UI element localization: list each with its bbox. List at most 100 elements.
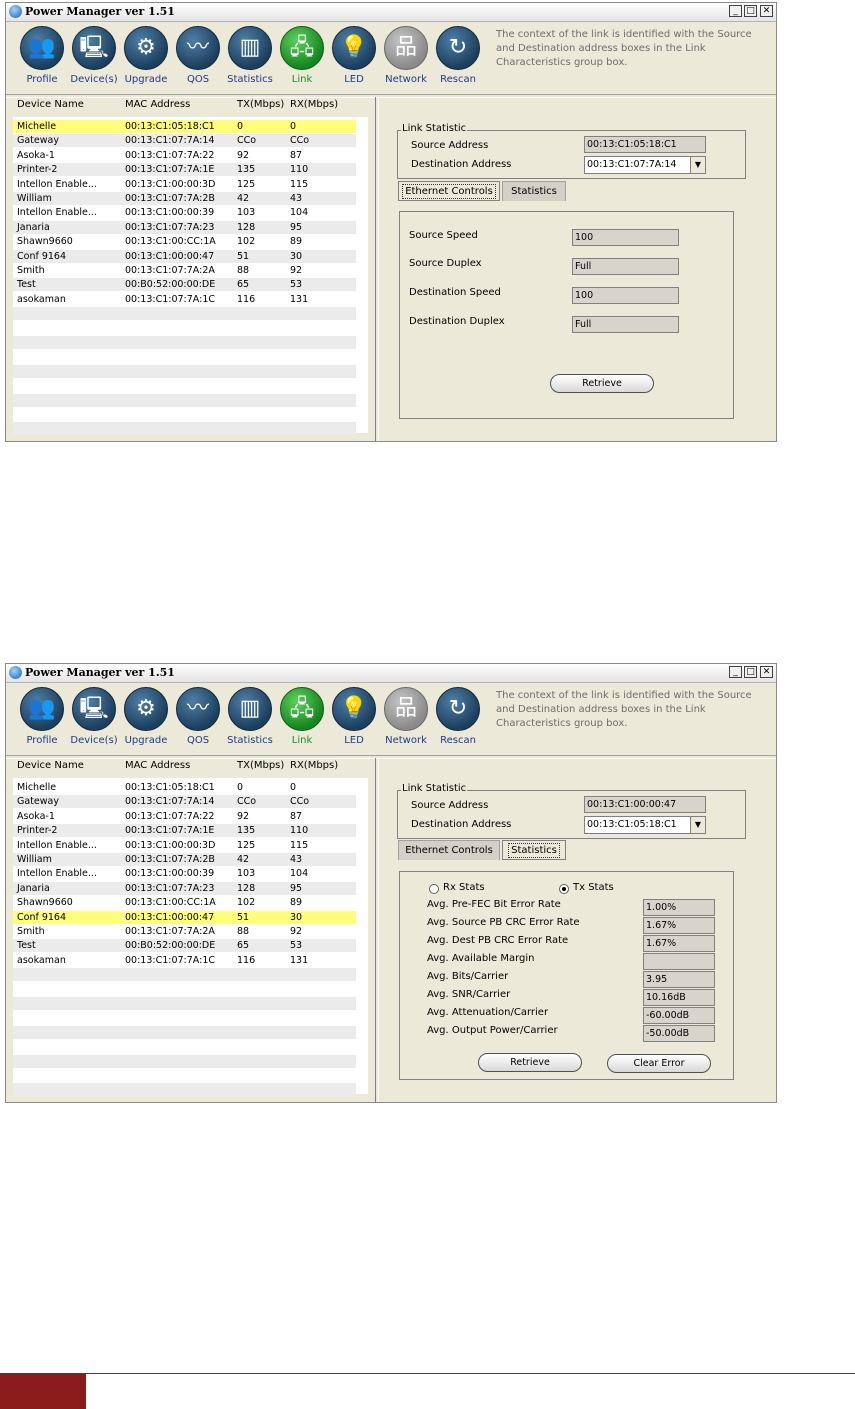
table-row[interactable]: Test 00:B0:52:00:00:DE 65 53: [13, 939, 356, 953]
table-row[interactable]: Smith 00:13:C1:07:7A:2A 88 92: [13, 264, 356, 277]
empty-row[interactable]: [13, 1083, 356, 1097]
empty-row[interactable]: [13, 1054, 356, 1068]
toolbar-button-upgrade[interactable]: ⚙ Upgrade: [120, 26, 172, 92]
destination-speed-label: Destination Speed: [409, 287, 501, 298]
retrieve-button[interactable]: Retrieve: [478, 1053, 582, 1072]
toolbar-button-devices[interactable]: 🖳 Device(s): [68, 26, 120, 92]
toolbar-button-qos[interactable]: 〰 QOS: [172, 687, 224, 753]
table-row[interactable]: Intellon Enable... 00:13:C1:00:00:3D 125 11…: [13, 839, 356, 852]
toolbar-button-network[interactable]: 品 Network: [380, 687, 432, 753]
header-tx[interactable]: TX(Mbps): [237, 760, 284, 771]
header-device-name[interactable]: Device Name: [17, 760, 84, 771]
toolbar-button-rescan[interactable]: ↻ Rescan: [432, 26, 484, 92]
maximize-button[interactable]: □: [744, 666, 757, 678]
tx-stats-radio[interactable]: [559, 884, 569, 894]
empty-row[interactable]: [13, 322, 356, 335]
toolbar-button-link[interactable]: 🖧 Link: [276, 687, 328, 753]
table-row[interactable]: Shawn9660 00:13:C1:00:CC:1A 102 89: [13, 896, 356, 909]
retrieve-button[interactable]: Retrieve: [550, 374, 654, 393]
table-row[interactable]: Asoka-1 00:13:C1:07:7A:22 92 87: [13, 149, 356, 162]
empty-row[interactable]: [13, 1040, 356, 1053]
header-device-name[interactable]: Device Name: [17, 99, 84, 110]
rx-cell: 0: [290, 121, 297, 132]
table-row[interactable]: Janaria 00:13:C1:07:7A:23 128 95: [13, 881, 356, 895]
table-row[interactable]: Intellon Enable... 00:13:C1:00:00:3D 125 11…: [13, 178, 356, 191]
table-row[interactable]: Michelle 00:13:C1:05:18:C1 0 0: [13, 781, 356, 794]
chevron-down-icon[interactable]: ▼: [690, 817, 705, 833]
rx-stats-radio[interactable]: [429, 884, 439, 894]
tab-ethernet-controls[interactable]: Ethernet Controls: [398, 840, 500, 860]
tab-statistics[interactable]: Statistics: [502, 181, 566, 201]
header-mac-address[interactable]: MAC Address: [125, 99, 190, 110]
toolbar-button-led[interactable]: 💡 LED: [328, 26, 380, 92]
toolbar-button-upgrade[interactable]: ⚙ Upgrade: [120, 687, 172, 753]
empty-row[interactable]: [13, 422, 356, 436]
empty-row[interactable]: [13, 1069, 356, 1082]
table-row[interactable]: Test 00:B0:52:00:00:DE 65 53: [13, 278, 356, 292]
table-row[interactable]: Intellon Enable... 00:13:C1:00:00:39 103 10…: [13, 867, 356, 880]
profile-icon: 👥: [20, 26, 64, 70]
empty-row[interactable]: [13, 997, 356, 1010]
empty-row[interactable]: [13, 364, 356, 378]
destination-address-select[interactable]: 00:13:C1:07:7A:14 ▼: [584, 156, 706, 174]
tab-statistics[interactable]: Statistics: [502, 840, 566, 860]
minimize-button[interactable]: _: [729, 666, 742, 678]
toolbar-button-qos[interactable]: 〰 QOS: [172, 26, 224, 92]
table-row[interactable]: Asoka-1 00:13:C1:07:7A:22 92 87: [13, 810, 356, 823]
toolbar-button-label: Upgrade: [124, 735, 168, 746]
table-row[interactable]: William 00:13:C1:07:7A:2B 42 43: [13, 192, 356, 205]
mac-address-cell: 00:13:C1:07:7A:14: [125, 135, 215, 147]
empty-row[interactable]: [13, 1098, 356, 1102]
device-list[interactable]: Michelle 00:13:C1:05:18:C1 0 0 Gateway 00:13:…: [13, 117, 368, 436]
table-row[interactable]: asokaman 00:13:C1:07:7A:1C 116 131: [13, 954, 356, 967]
table-row[interactable]: Janaria 00:13:C1:07:7A:23 128 95: [13, 220, 356, 234]
table-row[interactable]: Conf 9164 00:13:C1:00:00:47 51 30: [13, 910, 356, 924]
stat-label: Avg. Pre-FEC Bit Error Rate: [427, 899, 561, 910]
header-mac-address[interactable]: MAC Address: [125, 760, 190, 771]
maximize-button[interactable]: □: [744, 5, 757, 17]
empty-row[interactable]: [13, 379, 356, 392]
toolbar-button-devices[interactable]: 🖳 Device(s): [68, 687, 120, 753]
empty-row[interactable]: [13, 393, 356, 407]
table-row[interactable]: asokaman 00:13:C1:07:7A:1C 116 131: [13, 293, 356, 306]
empty-row[interactable]: [13, 1011, 356, 1024]
table-row[interactable]: Gateway 00:13:C1:07:7A:14 CCo CCo: [13, 795, 356, 809]
empty-row[interactable]: [13, 350, 356, 363]
close-button[interactable]: ✕: [760, 5, 773, 17]
table-row[interactable]: Gateway 00:13:C1:07:7A:14 CCo CCo: [13, 134, 356, 148]
empty-row[interactable]: [13, 336, 356, 349]
minimize-button[interactable]: _: [729, 5, 742, 17]
header-rx[interactable]: RX(Mbps): [290, 760, 338, 771]
table-row[interactable]: Conf 9164 00:13:C1:00:00:47 51 30: [13, 249, 356, 263]
toolbar-button-link[interactable]: 🖧 Link: [276, 26, 328, 92]
empty-row[interactable]: [13, 408, 356, 421]
toolbar-button-statistics[interactable]: ▥ Statistics: [224, 26, 276, 92]
destination-address-select[interactable]: 00:13:C1:05:18:C1 ▼: [584, 816, 706, 834]
toolbar-button-profile[interactable]: 👥 Profile: [16, 687, 68, 753]
toolbar-button-statistics[interactable]: ▥ Statistics: [224, 687, 276, 753]
clear-error-button[interactable]: Clear Error: [607, 1054, 711, 1073]
empty-row[interactable]: [13, 307, 356, 321]
header-rx[interactable]: RX(Mbps): [290, 99, 338, 110]
device-list[interactable]: Michelle 00:13:C1:05:18:C1 0 0 Gateway 00:13:…: [13, 778, 368, 1097]
table-row[interactable]: William 00:13:C1:07:7A:2B 42 43: [13, 853, 356, 866]
header-tx[interactable]: TX(Mbps): [237, 99, 284, 110]
chevron-down-icon[interactable]: ▼: [690, 157, 705, 173]
table-row[interactable]: Shawn9660 00:13:C1:00:CC:1A 102 89: [13, 235, 356, 248]
toolbar-button-led[interactable]: 💡 LED: [328, 687, 380, 753]
toolbar-button-profile[interactable]: 👥 Profile: [16, 26, 68, 92]
table-row[interactable]: Intellon Enable... 00:13:C1:00:00:39 103 10…: [13, 206, 356, 219]
toolbar: 👥 Profile 🖳 Device(s) ⚙ Upgrade 〰 QOS ▥ Statistic…: [6, 22, 776, 94]
empty-row[interactable]: [13, 983, 356, 996]
empty-row[interactable]: [13, 437, 356, 441]
empty-row[interactable]: [13, 968, 356, 982]
empty-row[interactable]: [13, 1025, 356, 1039]
table-row[interactable]: Smith 00:13:C1:07:7A:2A 88 92: [13, 925, 356, 938]
close-button[interactable]: ✕: [760, 666, 773, 678]
tab-ethernet-controls[interactable]: Ethernet Controls: [398, 181, 500, 201]
table-row[interactable]: Michelle 00:13:C1:05:18:C1 0 0: [13, 120, 356, 133]
table-row[interactable]: Printer-2 00:13:C1:07:7A:1E 135 110: [13, 163, 356, 177]
toolbar-button-rescan[interactable]: ↻ Rescan: [432, 687, 484, 753]
table-row[interactable]: Printer-2 00:13:C1:07:7A:1E 135 110: [13, 824, 356, 838]
toolbar-button-network[interactable]: 品 Network: [380, 26, 432, 92]
